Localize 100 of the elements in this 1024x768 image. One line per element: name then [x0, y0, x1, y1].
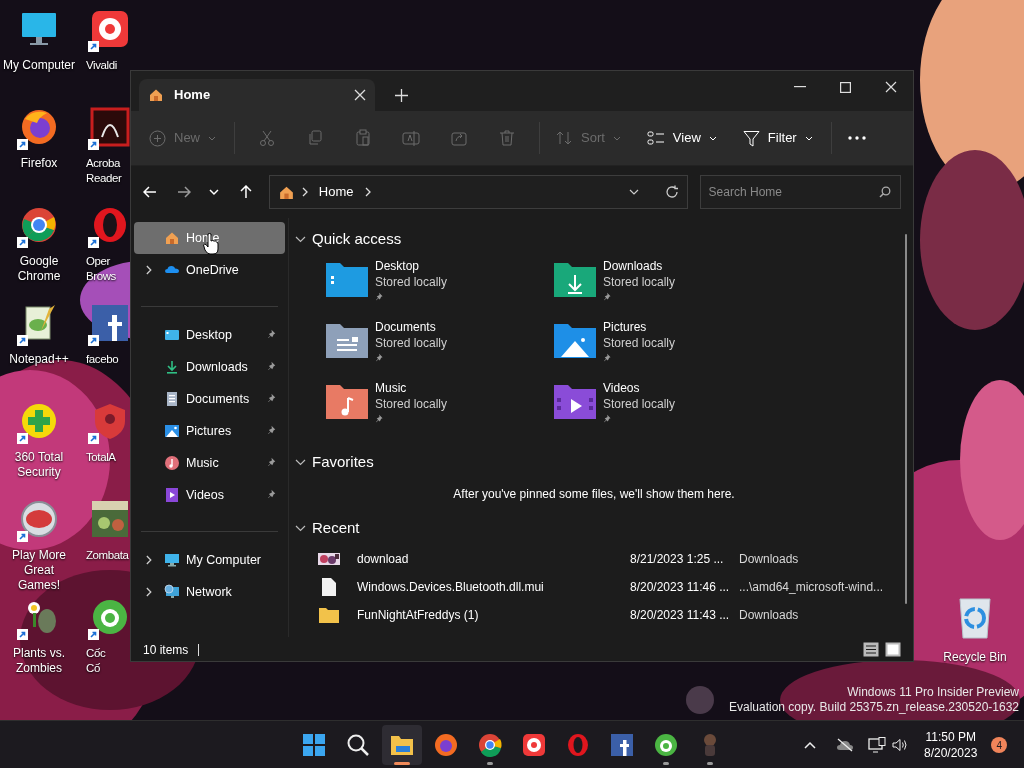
- music-icon: [164, 455, 180, 471]
- ring-icon: [652, 731, 680, 759]
- sort-icon: [556, 130, 573, 146]
- section-title[interactable]: Quick access: [312, 227, 402, 251]
- filter-button[interactable]: Filter: [734, 128, 821, 148]
- volume-icon[interactable]: [892, 738, 908, 752]
- monitor-icon: [164, 552, 180, 568]
- browser-icon: [432, 731, 460, 759]
- app-icon[interactable]: [90, 303, 130, 343]
- sidebar-item[interactable]: Documents: [134, 383, 285, 415]
- sidebar-item[interactable]: Music: [134, 447, 285, 479]
- desktop-icon-label[interactable]: TotalA: [86, 450, 116, 465]
- breadcrumb-item[interactable]: Home: [318, 182, 354, 202]
- recent-file-row[interactable]: FunNightAtFreddys (1) 8/20/2023 11:43 ... Downloads: [295, 601, 913, 629]
- desktop-icon-label[interactable]: Notepad++: [9, 352, 69, 367]
- sidebar-item[interactable]: OneDrive: [134, 254, 285, 286]
- download-folder-icon: [553, 262, 597, 298]
- network-icon[interactable]: [868, 737, 886, 753]
- cloud-off-icon[interactable]: [836, 738, 854, 752]
- view-button[interactable]: View: [638, 128, 725, 148]
- empty-message: After you've pinned some files, we'll show them here.: [453, 486, 735, 503]
- plus-icon[interactable]: [19, 401, 59, 441]
- folder-tile[interactable]: Videos Stored locally: [553, 380, 781, 441]
- file-icon: [322, 578, 336, 596]
- folder-tile[interactable]: Music Stored locally: [325, 380, 553, 441]
- clock[interactable]: 11:50 PM 8/20/2023: [924, 729, 978, 761]
- item-count: 10 items: [143, 641, 189, 659]
- desktop-icon-label[interactable]: Play More Great Games!: [2, 548, 76, 593]
- browser-icon[interactable]: [19, 205, 59, 245]
- recent-file-row[interactable]: Windows.Devices.Bluetooth.dll.mui 8/20/2023 11:46 ... ...\amd64_microsoft-wind...: [295, 573, 913, 601]
- share-icon: [450, 129, 468, 147]
- desktop-icon-label[interactable]: Zombata: [86, 548, 129, 563]
- search-field[interactable]: Search Home: [699, 175, 901, 209]
- details-view-icon[interactable]: [863, 642, 879, 657]
- chevron-icon[interactable]: [363, 187, 372, 197]
- desktop-icon-label[interactable]: Vivaldi: [86, 58, 117, 73]
- image-thumbnail-icon: [318, 553, 340, 565]
- video-icon: [164, 487, 180, 503]
- recent-file-row[interactable]: download 8/21/2023 1:25 ... Downloads: [295, 545, 913, 573]
- refresh-icon[interactable]: [664, 185, 679, 199]
- desktop-icon-label[interactable]: Acroba Reader: [86, 156, 122, 186]
- desktop-icon-label[interactable]: Recycle Bin: [943, 648, 1007, 666]
- forward-icon[interactable]: [176, 185, 191, 199]
- tab[interactable]: Home: [139, 79, 375, 111]
- picture-icon: [164, 423, 180, 439]
- desktop-icon-label[interactable]: My Computer: [3, 58, 75, 73]
- game-icon[interactable]: [90, 499, 130, 539]
- cut-icon: [258, 129, 276, 147]
- app-icon[interactable]: [90, 9, 130, 49]
- sidebar-item[interactable]: Pictures: [134, 415, 285, 447]
- section-title[interactable]: Favorites: [312, 450, 374, 474]
- desktop-icon-label[interactable]: Plants vs. Zombies: [2, 646, 76, 676]
- expand-icon[interactable]: [144, 587, 154, 597]
- section-title[interactable]: Recent: [312, 516, 360, 540]
- sidebar-item[interactable]: Network: [134, 576, 285, 608]
- close-icon[interactable]: [354, 89, 366, 101]
- ring-icon[interactable]: [90, 597, 130, 637]
- watermark-text: Evaluation copy. Build 25375.zn_release.230520-1632: [729, 700, 1019, 715]
- collapse-icon[interactable]: [295, 458, 306, 466]
- notification-badge[interactable]: 4: [991, 737, 1008, 753]
- expand-icon[interactable]: [144, 555, 154, 565]
- sidebar-item[interactable]: Downloads: [134, 351, 285, 383]
- collapse-icon[interactable]: [295, 235, 306, 243]
- add-tab-icon[interactable]: [395, 89, 408, 102]
- desktop-icon: [164, 327, 180, 343]
- watermark-text: Windows 11 Pro Insider Preview: [847, 685, 1019, 700]
- chevron-up-icon[interactable]: [804, 741, 816, 749]
- collapse-icon[interactable]: [295, 524, 306, 532]
- close-icon[interactable]: [885, 81, 897, 93]
- more-icon[interactable]: [847, 136, 866, 140]
- caret-icon: [208, 135, 216, 141]
- desktop-icon-label[interactable]: Firefox: [20, 156, 58, 171]
- desktop-icon-label[interactable]: facebo: [86, 352, 119, 367]
- folder-tile[interactable]: Desktop Stored locally: [325, 258, 553, 319]
- expand-icon[interactable]: [144, 265, 154, 275]
- folder-tile[interactable]: Documents Stored locally: [325, 319, 553, 380]
- paste-icon: [354, 129, 372, 147]
- maximize-icon[interactable]: [840, 81, 851, 93]
- sidebar-item[interactable]: My Computer: [134, 544, 285, 576]
- dropdown-icon[interactable]: [628, 188, 639, 196]
- desktop-icon-label[interactable]: Cốc Cố: [86, 646, 106, 676]
- sidebar-item[interactable]: Desktop: [134, 319, 285, 351]
- taskbar-button[interactable]: [382, 725, 422, 765]
- tiles-view-icon[interactable]: [885, 642, 901, 657]
- folder-tile[interactable]: Downloads Stored locally: [553, 258, 781, 319]
- sidebar-item[interactable]: Videos: [134, 479, 285, 511]
- desktop-icon-label[interactable]: 360 Total Security: [2, 450, 76, 480]
- browser-icon: [476, 731, 504, 759]
- desktop-icon-label[interactable]: Google Chrome: [2, 254, 76, 284]
- download-icon: [164, 359, 180, 375]
- home-icon: [148, 87, 164, 103]
- folder-tile[interactable]: Pictures Stored locally: [553, 319, 781, 380]
- back-icon[interactable]: [143, 185, 157, 199]
- game-icon[interactable]: [19, 499, 59, 539]
- browser-icon[interactable]: [19, 107, 59, 147]
- music-folder-icon: [325, 384, 369, 420]
- address-bar[interactable]: Home: [268, 175, 688, 209]
- minimize-icon[interactable]: [794, 86, 806, 88]
- up-icon[interactable]: [238, 185, 253, 199]
- document-icon[interactable]: [90, 107, 130, 147]
